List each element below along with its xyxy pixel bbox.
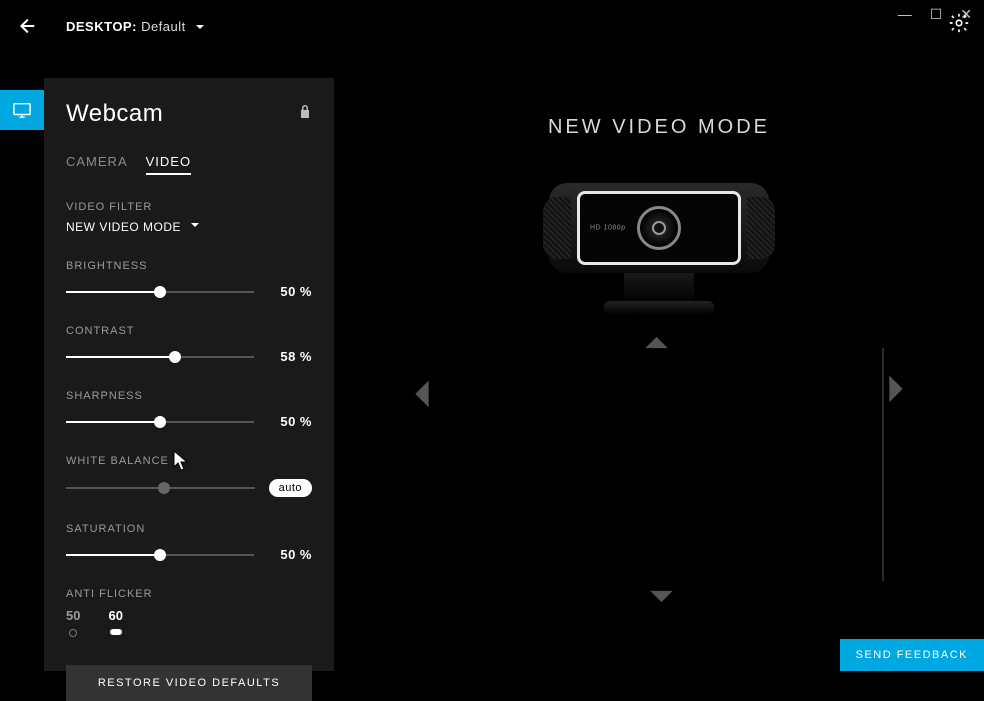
contrast-value: 58 %: [268, 349, 312, 364]
white-balance-slider[interactable]: [66, 487, 255, 489]
chevron-down-icon: [189, 219, 201, 234]
settings-panel: Webcam CAMERA VIDEO VIDEO FILTER NEW VID…: [44, 78, 334, 671]
sharpness-group: SHARPNESS 50 %: [66, 390, 312, 429]
radio-selected-icon: [110, 629, 122, 635]
desktop-selector[interactable]: DESKTOP: Default: [66, 19, 206, 34]
saturation-group: SATURATION 50 %: [66, 523, 312, 562]
brightness-group: BRIGHTNESS 50 %: [66, 260, 312, 299]
nav-left-arrow-icon[interactable]: [412, 370, 432, 411]
white-balance-auto-toggle[interactable]: auto: [269, 479, 312, 497]
desktop-label: DESKTOP:: [66, 19, 137, 34]
nav-up-arrow-icon[interactable]: [643, 333, 676, 353]
back-arrow-icon[interactable]: [14, 14, 38, 38]
video-filter-dropdown[interactable]: NEW VIDEO MODE: [66, 219, 312, 234]
saturation-slider[interactable]: [66, 554, 254, 556]
sharpness-value: 50 %: [268, 414, 312, 429]
tab-video[interactable]: VIDEO: [146, 154, 191, 175]
lock-icon[interactable]: [298, 104, 312, 125]
anti-flicker-60[interactable]: 60: [108, 608, 122, 635]
preview-title: NEW VIDEO MODE: [334, 116, 984, 139]
anti-flicker-group: ANTI FLICKER 50 60: [66, 588, 312, 637]
contrast-label: CONTRAST: [66, 325, 312, 337]
webcam-image: HD 1080p: [549, 183, 769, 315]
restore-defaults-button[interactable]: RESTORE VIDEO DEFAULTS: [66, 665, 312, 701]
white-balance-label: WHITE BALANCE: [66, 455, 312, 467]
brightness-value: 50 %: [268, 284, 312, 299]
panel-title: Webcam: [66, 100, 163, 128]
side-rail: [0, 90, 44, 130]
app-header: DESKTOP: Default: [14, 12, 970, 40]
sharpness-label: SHARPNESS: [66, 390, 312, 402]
nav-down-arrow-icon[interactable]: [643, 587, 676, 607]
nav-right-arrow-icon[interactable]: [886, 370, 906, 411]
radio-icon: [69, 629, 77, 637]
white-balance-group: WHITE BALANCE auto: [66, 455, 312, 497]
desktop-value: Default: [141, 19, 186, 34]
contrast-slider[interactable]: [66, 356, 254, 358]
saturation-value: 50 %: [268, 547, 312, 562]
sharpness-slider[interactable]: [66, 421, 254, 423]
tab-camera[interactable]: CAMERA: [66, 154, 128, 175]
video-filter-value: NEW VIDEO MODE: [66, 220, 181, 234]
camera-hd-badge: HD 1080p: [590, 225, 626, 232]
preview-frame-edge: [882, 348, 884, 581]
saturation-label: SATURATION: [66, 523, 312, 535]
preview-area: NEW VIDEO MODE HD 1080p SEND FEEDBACK: [334, 78, 984, 671]
brightness-label: BRIGHTNESS: [66, 260, 312, 272]
contrast-group: CONTRAST 58 %: [66, 325, 312, 364]
video-filter-label: VIDEO FILTER: [66, 201, 312, 213]
settings-gear-icon[interactable]: [948, 12, 970, 39]
anti-flicker-50[interactable]: 50: [66, 608, 80, 637]
brightness-slider[interactable]: [66, 291, 254, 293]
anti-flicker-label: ANTI FLICKER: [66, 588, 312, 600]
chevron-down-icon: [194, 19, 206, 34]
send-feedback-button[interactable]: SEND FEEDBACK: [840, 639, 984, 671]
tab-row: CAMERA VIDEO: [66, 154, 312, 175]
webcam-rail-button[interactable]: [0, 90, 44, 130]
